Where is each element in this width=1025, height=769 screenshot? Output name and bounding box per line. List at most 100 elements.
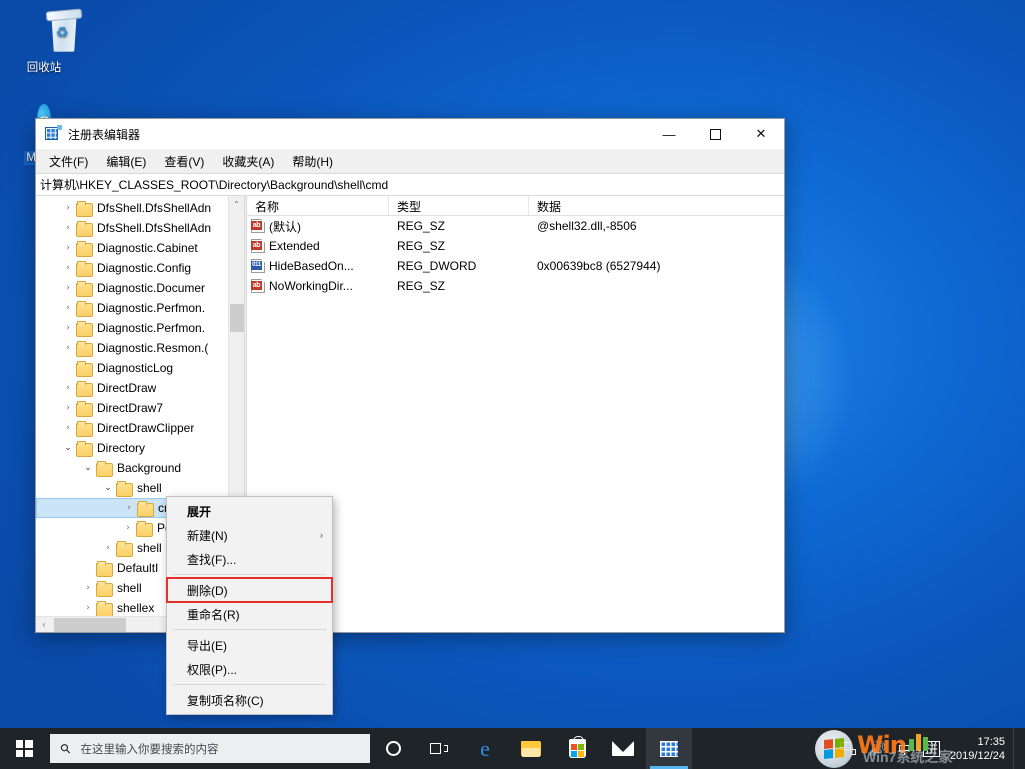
column-header-type[interactable]: 类型 <box>389 196 529 215</box>
address-bar[interactable]: 计算机\HKEY_CLASSES_ROOT\Directory\Backgrou… <box>36 173 784 196</box>
chevron-down-icon[interactable]: ⌄ <box>60 443 76 453</box>
context-menu-item-copy-key-name[interactable]: 复制项名称(C) <box>167 688 332 712</box>
chevron-right-icon[interactable]: › <box>60 243 76 253</box>
taskbar-button-cortana[interactable] <box>370 728 416 769</box>
chevron-right-icon[interactable]: › <box>120 523 136 533</box>
context-menu-separator <box>173 629 326 630</box>
value-row[interactable]: abExtendedREG_SZ <box>247 236 784 256</box>
context-menu-item-expand[interactable]: 展开 <box>167 499 332 523</box>
chevron-right-icon[interactable]: › <box>60 323 76 333</box>
chevron-right-icon[interactable]: › <box>80 583 96 593</box>
scroll-up-arrow-icon[interactable]: ⌃ <box>229 196 244 212</box>
value-row[interactable]: abNoWorkingDir...REG_SZ <box>247 276 784 296</box>
scrollbar-thumb[interactable] <box>230 304 244 332</box>
tree-node[interactable]: ›DirectDraw <box>36 378 244 398</box>
context-menu-item-permissions[interactable]: 权限(P)... <box>167 657 332 681</box>
taskbar-button-registry-editor[interactable] <box>646 728 692 769</box>
close-button[interactable]: ✕ <box>738 119 784 150</box>
value-type: REG_SZ <box>389 239 529 253</box>
tree-node[interactable]: ⌄Background <box>36 458 244 478</box>
menu-favorites[interactable]: 收藏夹(A) <box>213 150 283 173</box>
tree-node-label: Diagnostic.Perfmon. <box>97 321 205 335</box>
clock[interactable]: 17:35 2019/12/24 <box>946 735 1013 763</box>
context-menu-item-export[interactable]: 导出(E) <box>167 633 332 657</box>
chevron-right-icon[interactable]: › <box>60 263 76 273</box>
column-header-name[interactable]: 名称 <box>247 196 389 215</box>
context-menu-item-find[interactable]: 查找(F)... <box>167 547 332 571</box>
context-menu-item-label: 复制项名称(C) <box>187 692 264 709</box>
chevron-right-icon[interactable]: › <box>60 203 76 213</box>
search-input[interactable]: ⚲ 在这里输入你要搜索的内容 <box>50 734 370 763</box>
chevron-down-icon[interactable]: ⌄ <box>80 463 96 473</box>
folder-icon <box>76 202 92 215</box>
chevron-right-icon[interactable]: › <box>121 503 137 513</box>
recycle-bin-icon: ♻ <box>6 8 82 58</box>
tree-node[interactable]: ›Diagnostic.Resmon.( <box>36 338 244 358</box>
maximize-button[interactable] <box>692 119 738 150</box>
show-desktop-button[interactable] <box>1013 728 1023 769</box>
context-menu-item-new[interactable]: 新建(N)› <box>167 523 332 547</box>
chevron-right-icon[interactable]: › <box>60 283 76 293</box>
taskbar: ⚲ 在这里输入你要搜索的内容 e ⌃ 🔊 中 拼 17:35 2019/1 <box>0 728 1025 769</box>
scroll-left-arrow-icon[interactable]: ‹ <box>36 620 52 629</box>
tree-node[interactable]: ›Diagnostic.Perfmon. <box>36 298 244 318</box>
tree-node[interactable]: ⌄Directory <box>36 438 244 458</box>
taskbar-button-task-view[interactable] <box>416 728 462 769</box>
context-menu-item-label: 权限(P)... <box>187 661 237 678</box>
chevron-right-icon[interactable]: › <box>80 603 96 613</box>
ime-mode-indicator[interactable]: 中 <box>892 728 917 769</box>
ime-pinyin-indicator[interactable]: 拼 <box>917 728 946 769</box>
tree-node[interactable]: ›Diagnostic.Documer <box>36 278 244 298</box>
values-list: ab(默认)REG_SZ@shell32.dll,-8506abExtended… <box>247 216 784 296</box>
folder-icon <box>76 382 92 395</box>
chevron-right-icon[interactable]: › <box>60 303 76 313</box>
chevron-down-icon[interactable]: ⌄ <box>100 483 116 493</box>
chevron-right-icon[interactable]: › <box>60 383 76 393</box>
desktop-icon-recycle-bin[interactable]: ♻ 回收站 <box>6 8 82 75</box>
menu-view[interactable]: 查看(V) <box>155 150 213 173</box>
taskbar-button-microsoft-store[interactable] <box>554 728 600 769</box>
tree-node[interactable]: ›DfsShell.DfsShellAdn <box>36 218 244 238</box>
menu-edit[interactable]: 编辑(E) <box>97 150 155 173</box>
context-menu-item-rename[interactable]: 重命名(R) <box>167 602 332 626</box>
folder-icon <box>76 442 92 455</box>
show-hidden-icons-chevron-icon[interactable]: ⌃ <box>814 728 834 769</box>
tree-node[interactable]: ›Diagnostic.Config <box>36 258 244 278</box>
menu-file[interactable]: 文件(F) <box>40 150 97 173</box>
tree-node[interactable]: ›DirectDrawClipper <box>36 418 244 438</box>
minimize-button[interactable]: — <box>646 119 692 150</box>
chevron-right-icon[interactable]: › <box>60 223 76 233</box>
folder-icon <box>521 741 541 757</box>
chevron-right-icon[interactable]: › <box>60 343 76 353</box>
chevron-right-icon: › <box>320 530 323 540</box>
taskbar-button-file-explorer[interactable] <box>508 728 554 769</box>
tree-node[interactable]: ›Diagnostic.Cabinet <box>36 238 244 258</box>
context-menu-item-label: 展开 <box>187 503 211 520</box>
start-button[interactable] <box>0 728 48 769</box>
chevron-right-icon[interactable]: › <box>60 423 76 433</box>
volume-icon[interactable]: 🔊 <box>862 728 891 769</box>
tree-node[interactable]: › DirectDraw7 <box>36 398 244 418</box>
taskbar-button-mail[interactable] <box>600 728 646 769</box>
tree-node[interactable]: DiagnosticLog <box>36 358 244 378</box>
tree-node-label: DfsShell.DfsShellAdn <box>97 201 211 215</box>
taskbar-button-microsoft-edge[interactable]: e <box>462 728 508 769</box>
chevron-right-icon[interactable]: › <box>100 543 116 553</box>
value-row[interactable]: ab(默认)REG_SZ@shell32.dll,-8506 <box>247 216 784 236</box>
clock-time: 17:35 <box>977 736 1005 748</box>
chevron-right-icon[interactable]: › <box>60 403 76 413</box>
value-data: @shell32.dll,-8506 <box>529 219 784 233</box>
context-menu-item-delete[interactable]: 删除(D) <box>167 578 332 602</box>
hscrollbar-thumb[interactable] <box>54 618 126 632</box>
tree-node[interactable]: › DfsShell.DfsShellAdn <box>36 198 244 218</box>
tree-node-label: DefaultI <box>117 561 158 575</box>
column-header-data[interactable]: 数据 <box>529 196 784 215</box>
folder-icon <box>96 582 112 595</box>
tree-node[interactable]: › Diagnostic.Perfmon. <box>36 318 244 338</box>
menu-help[interactable]: 帮助(H) <box>283 150 342 173</box>
tree-node[interactable]: ⌄shell <box>36 478 244 498</box>
network-icon[interactable] <box>834 728 862 769</box>
window-titlebar[interactable]: 注册表编辑器 — ✕ <box>36 119 784 150</box>
value-row[interactable]: 011HideBasedOn...REG_DWORD0x00639bc8 (65… <box>247 256 784 276</box>
tree-node-label: DirectDraw7 <box>97 401 163 415</box>
